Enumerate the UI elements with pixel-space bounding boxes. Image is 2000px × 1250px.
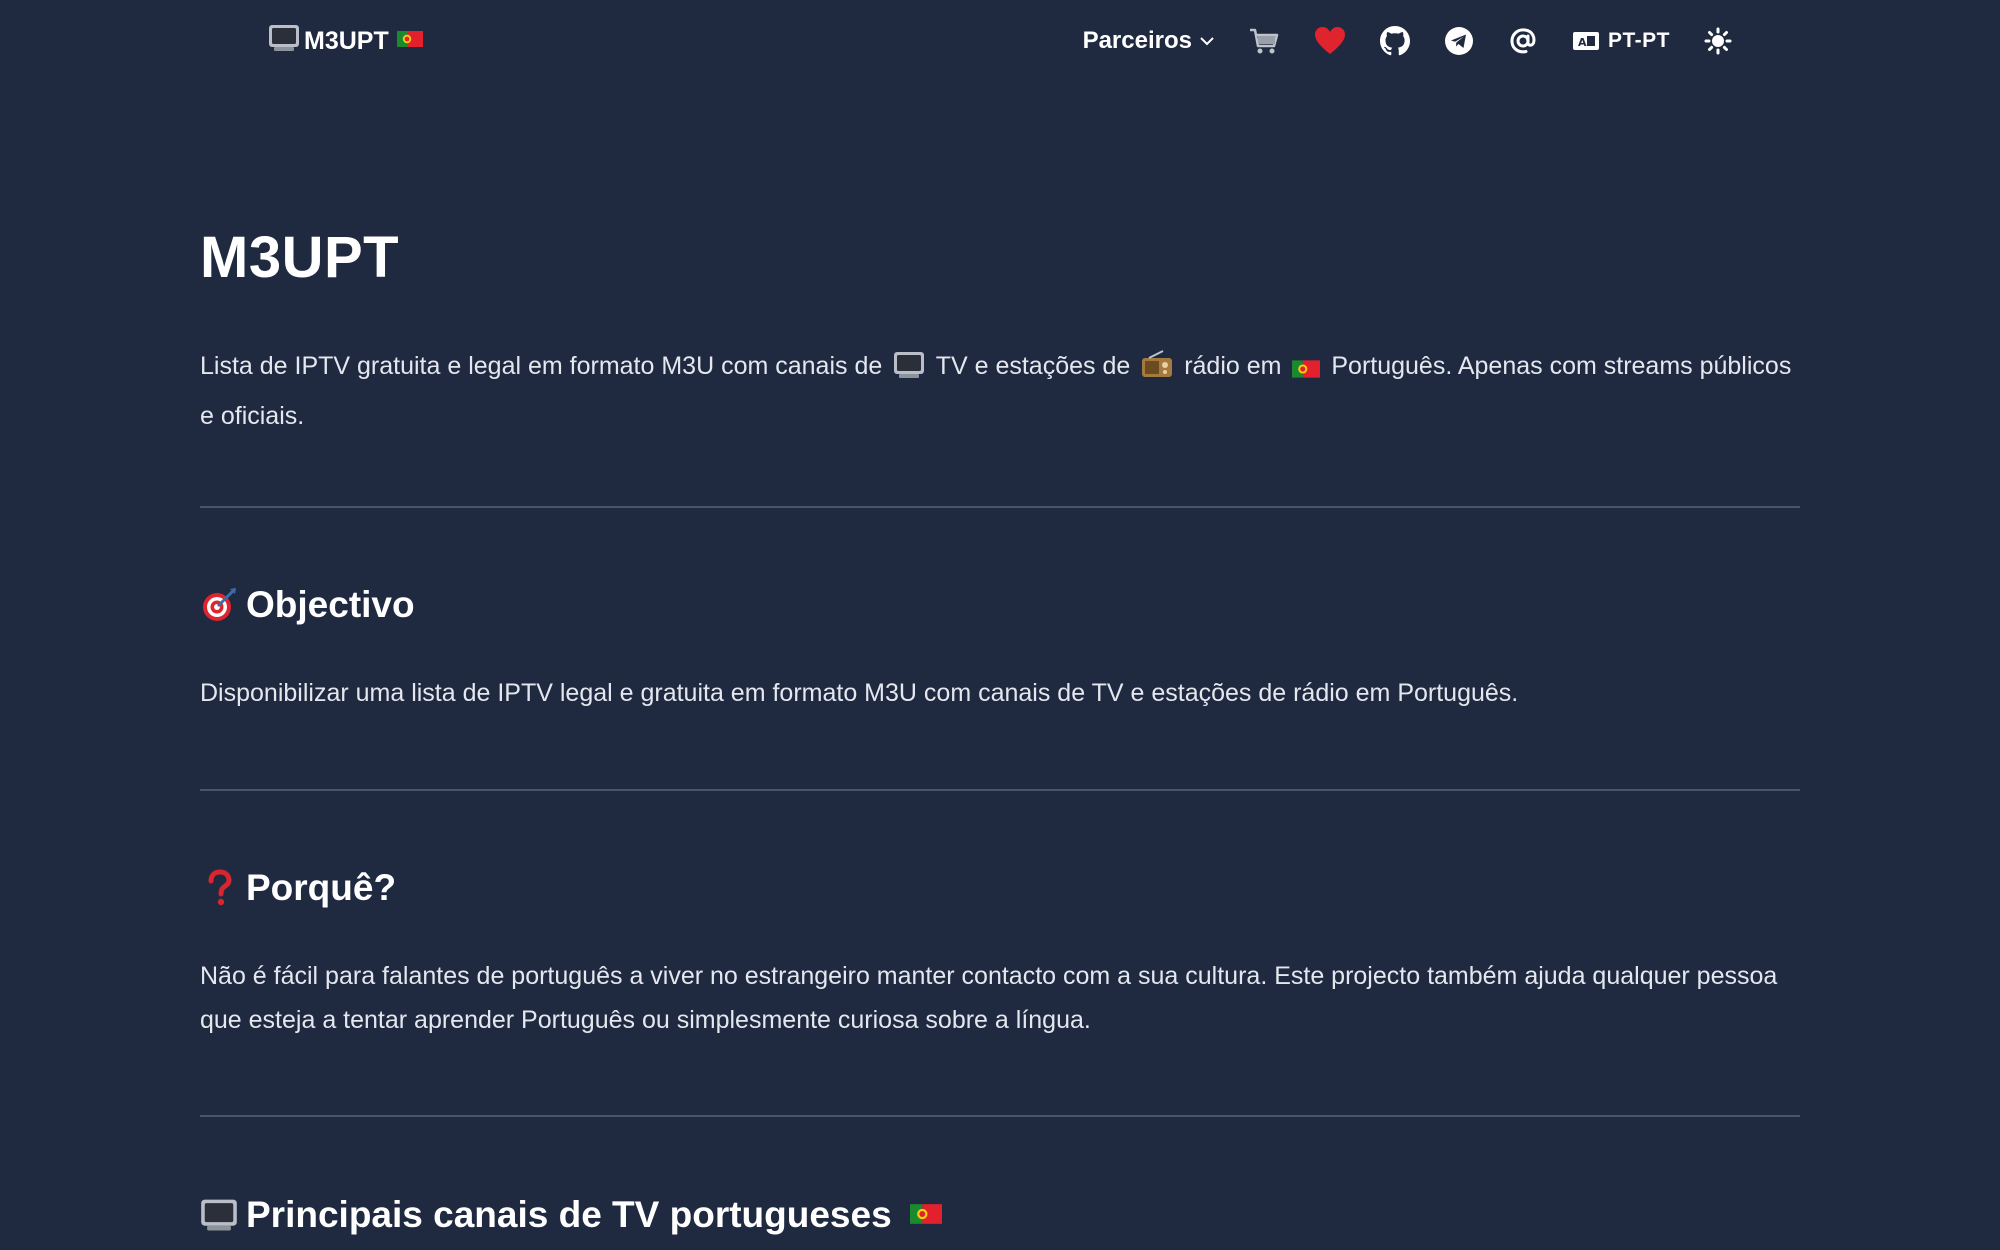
- radio-icon: [1141, 350, 1173, 386]
- intro-text-3: rádio em: [1184, 352, 1282, 380]
- partners-menu[interactable]: Parceiros: [1083, 27, 1214, 55]
- shop-link[interactable]: [1248, 26, 1280, 56]
- section-heading-porque: Porquê?: [200, 867, 396, 909]
- page-title: M3UPT: [200, 225, 400, 290]
- section-heading-objectivo: Objectivo: [200, 584, 415, 626]
- email-link[interactable]: [1508, 26, 1538, 56]
- section-text-porque: Não é fácil para falantes de português a…: [200, 962, 1778, 1034]
- chevron-down-icon: [1200, 36, 1214, 46]
- question-mark-icon: [200, 869, 238, 907]
- divider: [200, 1115, 1800, 1117]
- intro-text-2: TV e estações de: [935, 352, 1131, 380]
- language-switcher[interactable]: A PT-PT: [1572, 29, 1670, 53]
- telegram-icon: [1444, 26, 1474, 56]
- theme-toggle-icon: [1704, 27, 1732, 55]
- portugal-flag-icon: [1292, 358, 1321, 386]
- section-text-objectivo: Disponibilizar uma lista de IPTV legal e…: [200, 679, 1519, 707]
- brand-home-link[interactable]: M3UPT: [268, 22, 423, 60]
- brand-label: M3UPT: [304, 26, 389, 55]
- portugal-flag-icon: [909, 1194, 942, 1236]
- at-sign-icon: [1508, 26, 1538, 56]
- top-navigation-bar: M3UPT Parceiros A PT-PT: [0, 0, 2000, 82]
- tv-icon: [200, 1196, 238, 1234]
- target-icon: [200, 586, 238, 624]
- section-title: Objectivo: [246, 584, 415, 625]
- intro-text-1: Lista de IPTV gratuita e legal em format…: [200, 352, 883, 380]
- section-heading-canais: Principais canais de TV portugueses: [200, 1194, 942, 1236]
- telegram-link[interactable]: [1444, 26, 1474, 56]
- portugal-flag-icon: [396, 27, 423, 56]
- github-icon: [1379, 26, 1410, 56]
- section-title: Porquê?: [246, 867, 397, 908]
- divider: [200, 506, 1800, 508]
- language-icon: A: [1572, 30, 1600, 52]
- github-link[interactable]: [1379, 26, 1410, 56]
- tv-icon: [268, 23, 300, 60]
- intro-paragraph: Lista de IPTV gratuita e legal em format…: [200, 344, 1800, 438]
- divider: [200, 789, 1800, 791]
- partners-label: Parceiros: [1082, 27, 1192, 54]
- tv-icon: [893, 352, 925, 386]
- cart-icon: [1248, 26, 1280, 56]
- donate-link[interactable]: [1314, 26, 1346, 56]
- svg-text:A: A: [1578, 36, 1587, 49]
- section-title: Principais canais de TV portugueses: [246, 1194, 892, 1235]
- theme-toggle[interactable]: [1704, 27, 1732, 55]
- header-nav: Parceiros A PT-PT: [1083, 18, 1732, 64]
- language-label: PT-PT: [1607, 29, 1670, 52]
- heart-icon: [1314, 26, 1346, 56]
